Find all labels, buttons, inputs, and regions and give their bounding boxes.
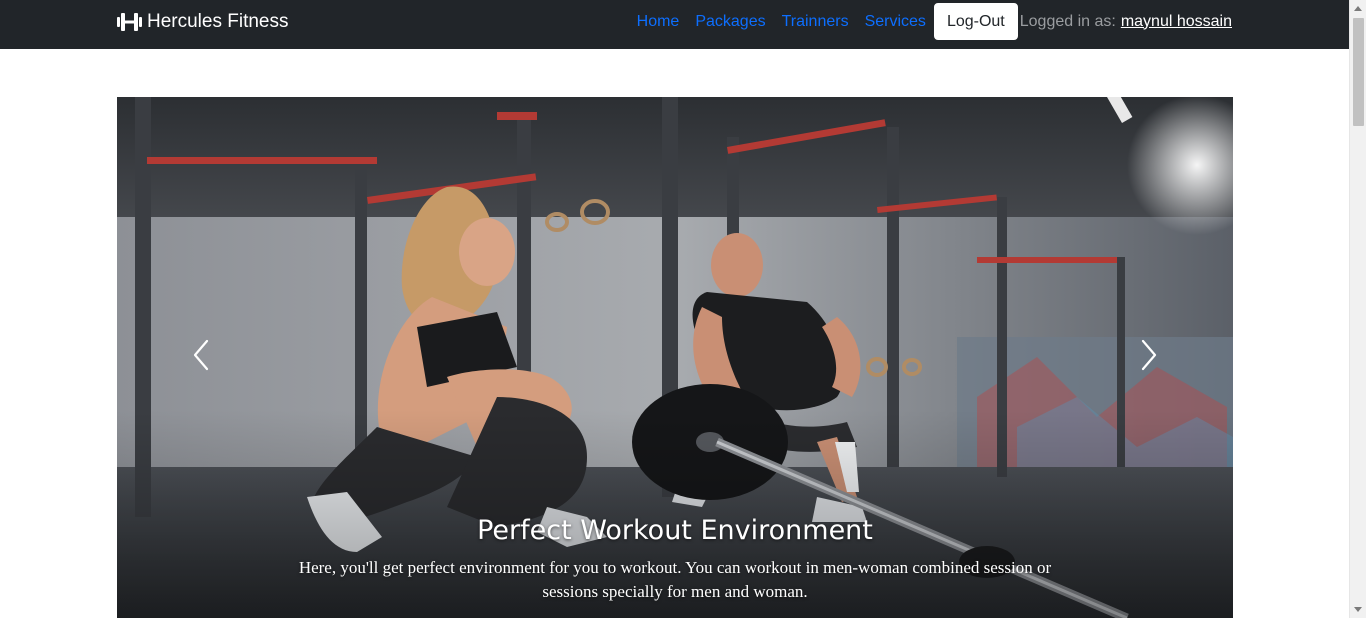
logout-button[interactable]: Log-Out — [933, 3, 1018, 40]
carousel-prev-button[interactable] — [117, 97, 285, 618]
logged-in-label: Logged in as: — [1019, 12, 1116, 30]
nav-link-packages[interactable]: Packages — [687, 3, 773, 40]
carousel-next-button[interactable] — [1065, 97, 1233, 618]
slide-description: Here, you'll get perfect environment for… — [298, 558, 1052, 601]
brand-link[interactable]: Hercules Fitness — [117, 11, 289, 33]
dumbbell-icon — [117, 13, 142, 31]
nav-link-trainners[interactable]: Trainners — [774, 3, 857, 40]
chevron-left-icon — [192, 339, 210, 376]
top-navbar: Hercules Fitness Home Packages Trainners… — [0, 0, 1349, 49]
slide-caption: Perfect Workout Environment Here, you'll… — [285, 509, 1065, 604]
page: Hercules Fitness Home Packages Trainners… — [0, 0, 1366, 618]
page-scrollbar[interactable] — [1349, 0, 1366, 618]
nav-link-services[interactable]: Services — [857, 3, 934, 40]
brand-name: Hercules Fitness — [147, 11, 289, 32]
nav-links: Home Packages Trainners Services Log-Out… — [629, 3, 1232, 40]
nav-link-home[interactable]: Home — [629, 3, 688, 40]
scroll-up-icon[interactable] — [1354, 6, 1362, 11]
user-name-link[interactable]: maynul hossain — [1121, 13, 1232, 31]
scroll-down-icon[interactable] — [1354, 607, 1362, 612]
scroll-thumb[interactable] — [1353, 18, 1364, 126]
hero-carousel: Perfect Workout Environment Here, you'll… — [117, 97, 1233, 618]
chevron-right-icon — [1140, 339, 1158, 376]
slide-title: Perfect Workout Environment — [477, 515, 873, 546]
